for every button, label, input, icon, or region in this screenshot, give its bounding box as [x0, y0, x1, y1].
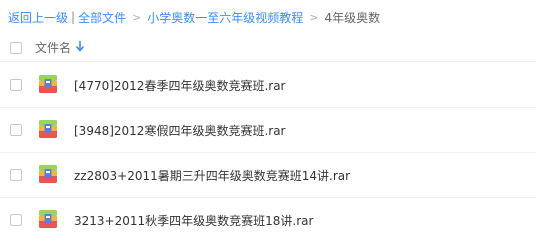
breadcrumb-current-folder: 4年级奥数	[324, 10, 381, 25]
file-checkbox[interactable]	[10, 79, 22, 91]
file-name[interactable]: [3948]2012寒假四年级奥数竞赛班.rar	[74, 122, 285, 139]
back-link[interactable]: 返回上一级	[8, 9, 68, 26]
file-checkbox[interactable]	[10, 124, 22, 136]
rar-archive-icon	[39, 75, 57, 93]
rar-archive-icon	[39, 165, 57, 183]
breadcrumb-separator: |	[71, 10, 76, 24]
file-row[interactable]: [3948]2012寒假四年级奥数竞赛班.rar	[0, 108, 536, 153]
file-name[interactable]: zz2803+2011暑期三升四年级奥数竞赛班14讲.rar	[74, 167, 350, 184]
column-header-filename[interactable]: 文件名	[35, 39, 71, 56]
file-browser: 返回上一级 | 全部文件 > 小学奥数一至六年级视频教程 > 4年级奥数 文件名…	[0, 0, 536, 241]
breadcrumb-arrow: >	[132, 10, 142, 24]
file-row[interactable]: zz2803+2011暑期三升四年级奥数竞赛班14讲.rar	[0, 153, 536, 198]
arrow-down-icon[interactable]	[75, 38, 85, 54]
rar-archive-icon	[39, 120, 57, 138]
select-all-checkbox[interactable]	[10, 42, 22, 54]
file-row[interactable]: [4770]2012春季四年级奥数竞赛班.rar	[0, 63, 536, 108]
breadcrumb-folder-course[interactable]: 小学奥数一至六年级视频教程	[147, 9, 303, 26]
file-name[interactable]: [4770]2012春季四年级奥数竞赛班.rar	[74, 77, 285, 94]
file-name[interactable]: 3213+2011秋季四年级奥数竞赛班18讲.rar	[74, 212, 313, 229]
rar-archive-icon	[39, 210, 57, 228]
breadcrumb-all-files[interactable]: 全部文件	[78, 9, 126, 26]
breadcrumb: 返回上一级 | 全部文件 > 小学奥数一至六年级视频教程 > 4年级奥数	[8, 8, 380, 26]
file-list-header: 文件名	[0, 32, 536, 62]
file-checkbox[interactable]	[10, 169, 22, 181]
file-row[interactable]: 3213+2011秋季四年级奥数竞赛班18讲.rar	[0, 198, 536, 241]
file-checkbox[interactable]	[10, 214, 22, 226]
breadcrumb-arrow: >	[309, 10, 319, 24]
